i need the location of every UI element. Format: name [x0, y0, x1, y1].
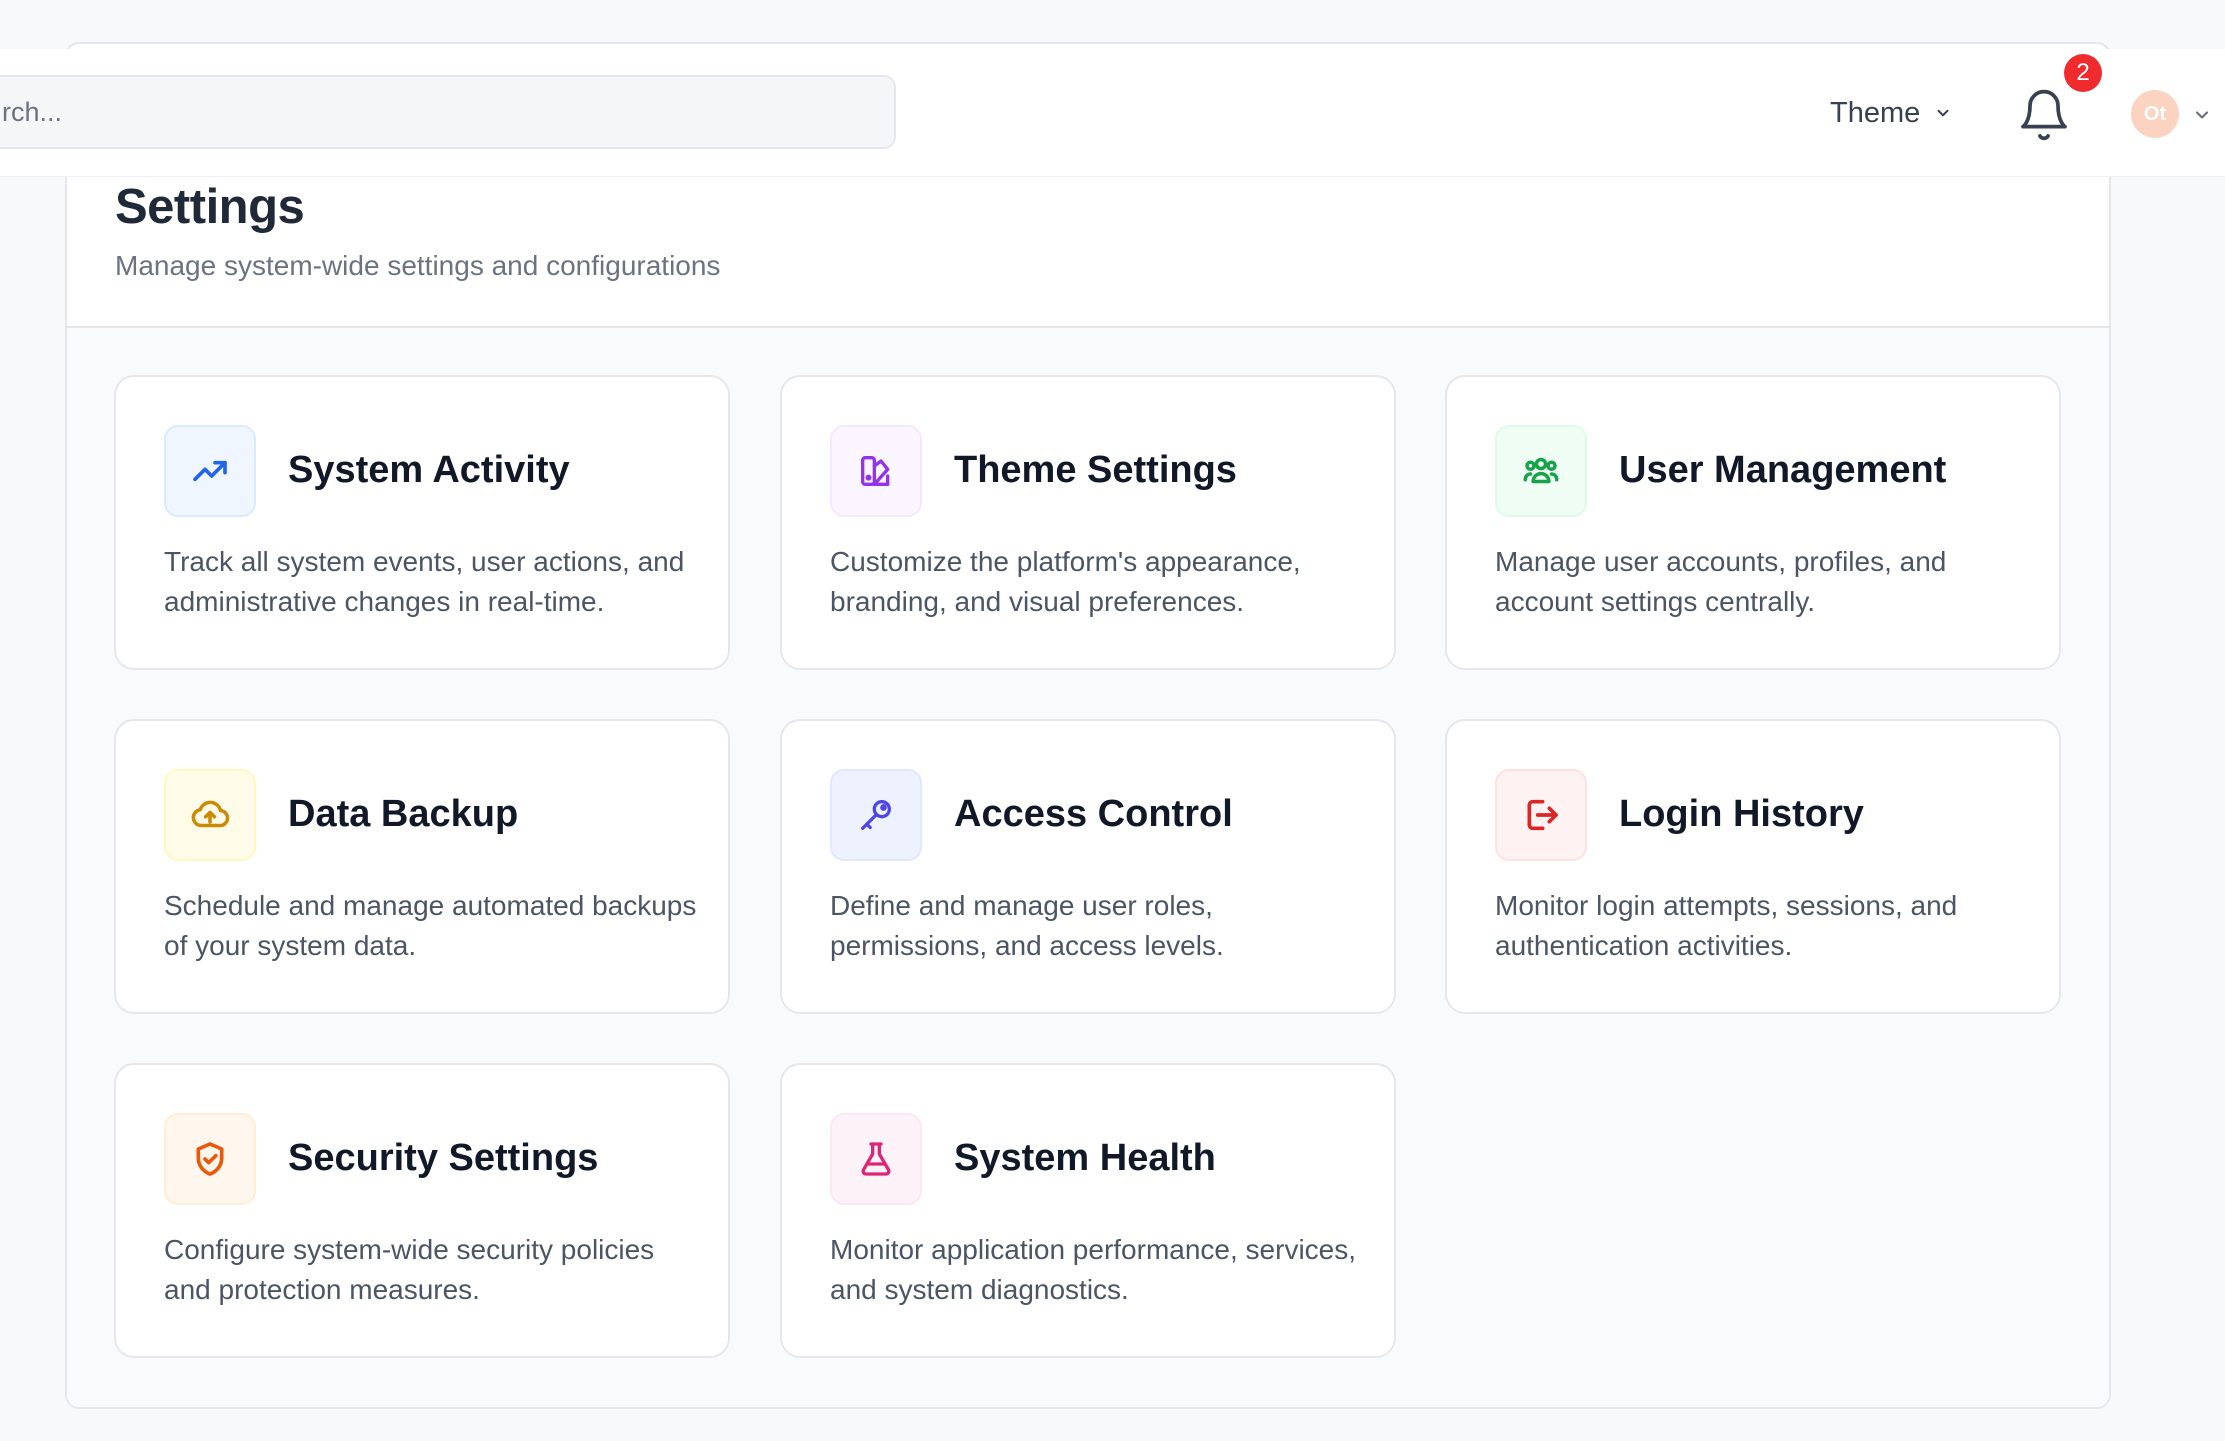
theme-dropdown[interactable]: Theme: [1830, 91, 1952, 135]
card-title: Data Backup: [288, 793, 519, 835]
card-description: Track all system events, user actions, a…: [164, 546, 685, 617]
card-icon-box: [830, 425, 922, 517]
card-access-control[interactable]: Access Control Define and manage user ro…: [780, 719, 1396, 1014]
card-description: Customize the platform's appearance, bra…: [830, 546, 1301, 617]
notification-badge: 2: [2064, 54, 2102, 92]
trending-up-icon: [193, 460, 227, 482]
card-title: Login History: [1619, 793, 1864, 835]
top-bar: Theme 2 Ot: [0, 49, 2225, 177]
bell-icon[interactable]: [2016, 87, 2072, 143]
key-icon: [861, 800, 891, 830]
card-title: Theme Settings: [954, 449, 1237, 491]
card-security-settings[interactable]: Security Settings Configure system-wide …: [114, 1063, 730, 1358]
card-description: Monitor application performance, service…: [830, 1234, 1357, 1305]
avatar[interactable]: Ot: [2131, 90, 2179, 138]
card-title: System Health: [954, 1137, 1216, 1179]
cloud-upload-icon: [191, 800, 230, 828]
chevron-down-icon[interactable]: [2192, 105, 2212, 125]
card-system-health[interactable]: System Health Monitor application perfor…: [780, 1063, 1396, 1358]
shield-check-icon: [196, 1142, 224, 1176]
card-login-history[interactable]: Login History Monitor login attempts, se…: [1445, 719, 2061, 1014]
page-subtitle: Manage system-wide settings and configur…: [115, 250, 721, 281]
card-title: User Management: [1619, 449, 1947, 491]
card-icon-box: [830, 1113, 922, 1205]
card-icon-box: [1495, 769, 1587, 861]
card-description: Configure system-wide security policies …: [164, 1234, 655, 1305]
page-title: Settings: [115, 180, 305, 234]
card-title: System Activity: [288, 449, 570, 491]
palette-icon: [861, 456, 890, 486]
card-description: Define and manage user roles, permission…: [830, 890, 1224, 961]
card-description: Manage user accounts, profiles, and acco…: [1495, 546, 1947, 617]
card-user-management[interactable]: User Management Manage user accounts, pr…: [1445, 375, 2061, 670]
card-description: Schedule and manage automated backups of…: [164, 890, 697, 961]
card-system-activity[interactable]: System Activity Track all system events,…: [114, 375, 730, 670]
card-data-backup[interactable]: Data Backup Schedule and manage automate…: [114, 719, 730, 1014]
card-title: Access Control: [954, 793, 1233, 835]
card-icon-box: [1495, 425, 1587, 517]
card-theme-settings[interactable]: Theme Settings Customize the platform's …: [780, 375, 1396, 670]
users-icon: [1523, 457, 1559, 484]
login-icon: [1527, 799, 1558, 831]
card-icon-box: [164, 769, 256, 861]
theme-dropdown-label: Theme: [1830, 96, 1921, 129]
flask-icon: [861, 1142, 891, 1176]
chevron-down-icon: [1937, 109, 1949, 117]
card-icon-box: [164, 425, 256, 517]
card-icon-box: [164, 1113, 256, 1205]
card-icon-box: [830, 769, 922, 861]
search-input[interactable]: [0, 75, 896, 149]
card-description: Monitor login attempts, sessions, and au…: [1495, 890, 1958, 961]
card-title: Security Settings: [288, 1137, 599, 1179]
